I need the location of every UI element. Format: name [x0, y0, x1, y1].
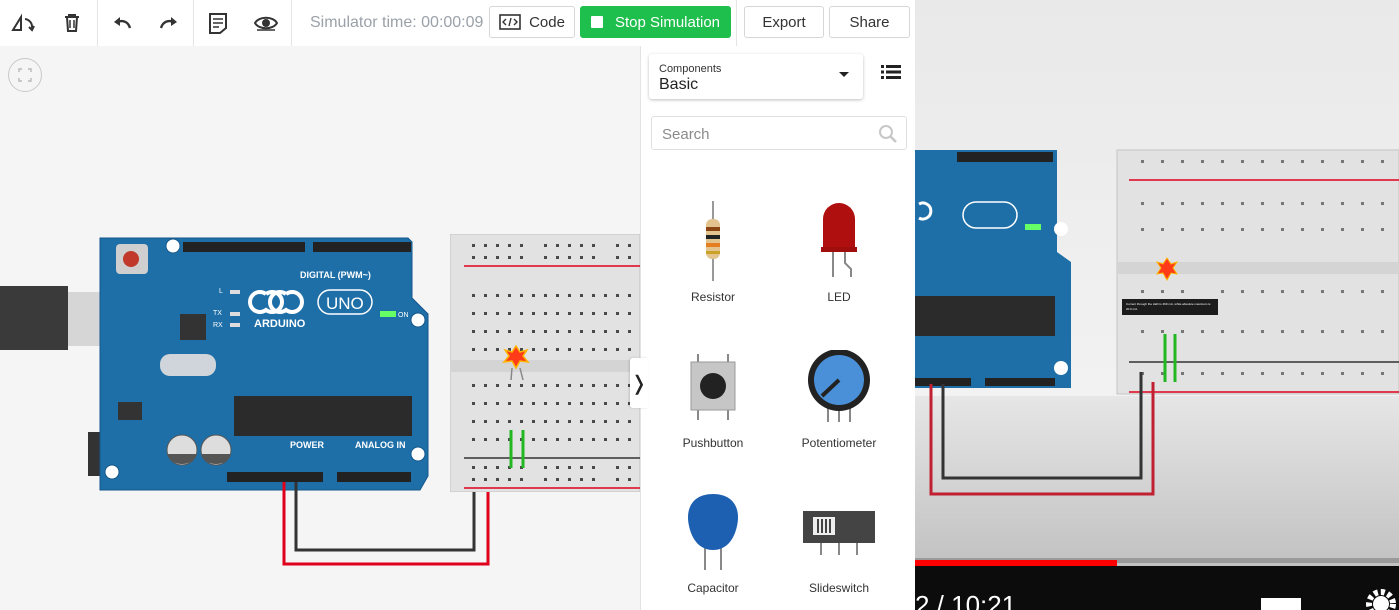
analog-label: ANALOG IN	[355, 440, 406, 450]
code-button[interactable]: Code	[489, 6, 575, 38]
simulator-time: Simulator time: 00:00:09	[310, 14, 484, 31]
components-panel: Components Basic Resistor LED Pushbutton…	[640, 46, 916, 610]
capacitor-icon	[688, 494, 738, 570]
stop-icon	[590, 16, 603, 28]
view-button[interactable]	[249, 6, 283, 40]
digital-label: DIGITAL (PWM~)	[300, 270, 371, 280]
gear-icon[interactable]	[1359, 586, 1399, 610]
share-button[interactable]: Share	[829, 6, 910, 38]
board-model: UNO	[326, 294, 364, 313]
toolbar: Simulator time: 00:00:09 Code Stop Simul…	[0, 0, 915, 47]
delete-button[interactable]	[55, 6, 89, 40]
components-selected: Basic	[659, 76, 699, 93]
collapse-panel-button[interactable]: ❭	[630, 358, 648, 408]
search-box	[651, 116, 907, 150]
search-icon	[879, 125, 897, 143]
component-resistor[interactable]: Resistor	[653, 196, 773, 304]
resistor-icon	[706, 201, 720, 281]
stop-simulation-label: Stop Simulation	[614, 13, 721, 31]
code-icon	[499, 14, 521, 30]
led-current-tooltip: Current through the LED is 469 mA, while…	[1122, 299, 1218, 315]
eye-icon	[254, 16, 278, 31]
video-player[interactable]: Current through the LED is 469 mA, while…	[915, 0, 1399, 610]
tooltip-text: Current through the LED is 469 mA, while…	[1126, 302, 1211, 311]
on-label: ON	[398, 312, 409, 319]
code-button-label: Code	[529, 13, 565, 31]
component-capacitor[interactable]: Capacitor	[653, 487, 773, 595]
list-view-button[interactable]	[881, 64, 901, 85]
l-label: L	[219, 288, 223, 295]
export-button-label: Export	[762, 13, 806, 31]
component-label: Pushbutton	[682, 436, 744, 450]
video-progress-bar[interactable]	[915, 558, 1399, 566]
power-label: POWER	[290, 440, 325, 450]
components-caption: Components	[659, 63, 722, 75]
component-label: Resistor	[690, 290, 735, 304]
video-time: 2 / 10:21	[915, 590, 1017, 610]
stop-simulation-button[interactable]: Stop Simulation	[580, 6, 731, 38]
notes-icon	[209, 13, 227, 34]
component-slideswitch[interactable]: Slideswitch	[779, 487, 899, 595]
list-icon	[881, 65, 901, 79]
share-button-label: Share	[849, 13, 890, 31]
component-led[interactable]: LED	[779, 196, 899, 304]
components-dropdown[interactable]: Components Basic	[649, 54, 863, 99]
component-pushbutton[interactable]: Pushbutton	[653, 342, 773, 450]
tx-label: TX	[213, 310, 222, 317]
notes-button[interactable]	[201, 6, 235, 40]
undo-button[interactable]	[105, 6, 139, 40]
potentiometer-icon	[808, 350, 870, 422]
component-label: Potentiometer	[801, 436, 877, 450]
component-label: LED	[827, 290, 851, 304]
led-icon	[821, 203, 857, 277]
search-input[interactable]	[660, 123, 874, 145]
pushbutton-icon	[690, 354, 736, 420]
rotate-icon	[11, 13, 35, 32]
circuit-canvas[interactable]: ARDUINO UNO DIGITAL (PWM~) POWER ANALOG …	[0, 46, 640, 610]
component-label: Capacitor	[687, 581, 739, 595]
trash-icon	[65, 14, 79, 32]
component-potentiometer[interactable]: Potentiometer	[779, 342, 899, 450]
redo-button[interactable]	[152, 6, 186, 40]
undo-icon	[114, 17, 132, 29]
chevron-right-icon: ❭	[630, 372, 648, 395]
chevron-down-icon	[839, 72, 849, 77]
rotate-button[interactable]	[6, 6, 40, 40]
component-label: Slideswitch	[808, 581, 870, 595]
redo-icon	[159, 17, 177, 29]
board-brand: ARDUINO	[254, 318, 306, 330]
slideswitch-icon	[803, 511, 875, 555]
rx-label: RX	[213, 322, 223, 329]
breadboard[interactable]	[450, 234, 640, 492]
export-button[interactable]: Export	[744, 6, 824, 38]
